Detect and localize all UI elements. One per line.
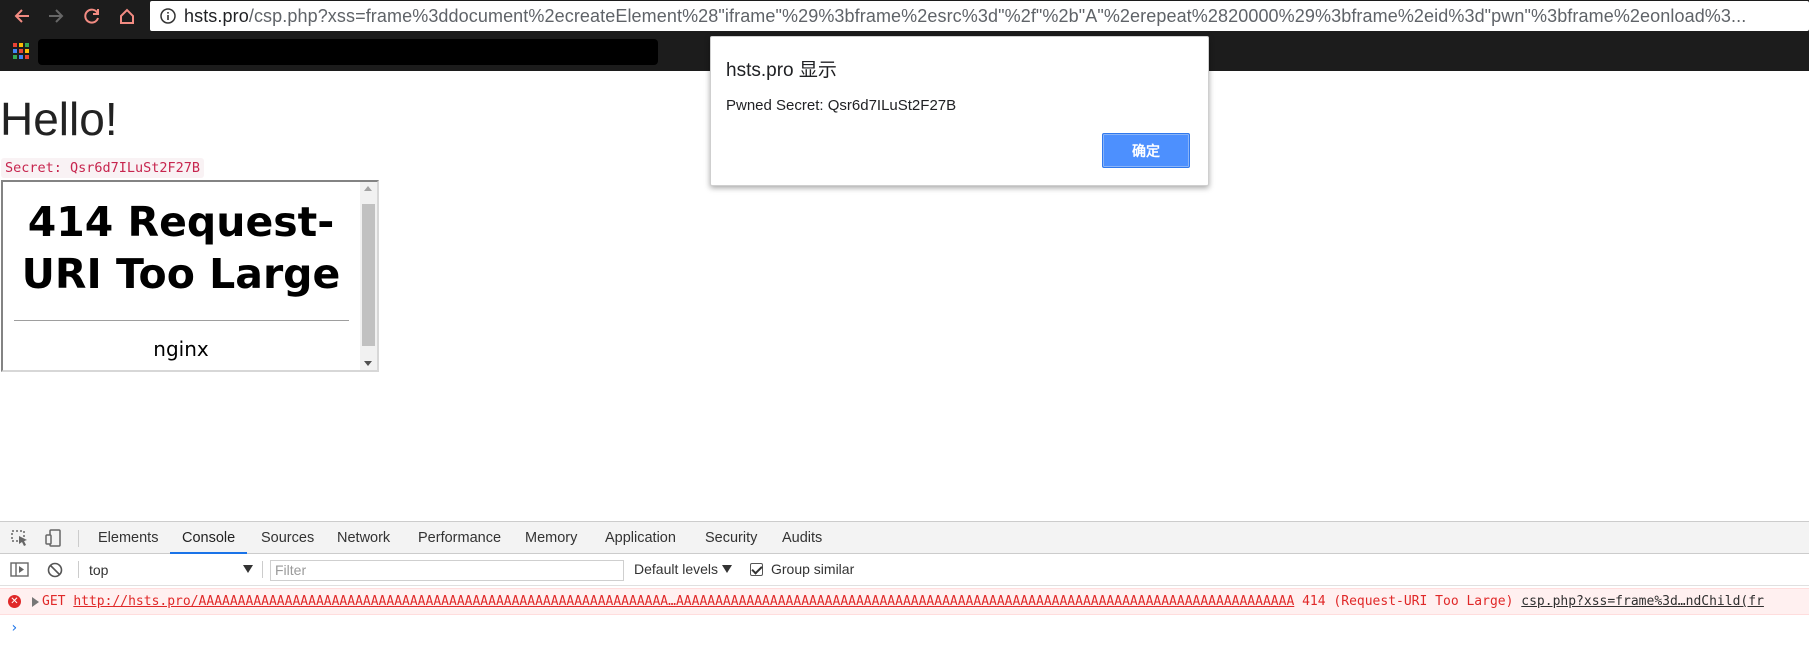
dialog-title: hsts.pro 显示 — [726, 60, 837, 81]
devtools-tabbar: Elements Console Sources Network Perform… — [0, 522, 1809, 554]
tab-security[interactable]: Security — [705, 522, 757, 554]
inspect-element-icon[interactable] — [10, 529, 30, 547]
info-icon[interactable] — [160, 8, 176, 24]
scroll-thumb[interactable] — [362, 204, 375, 346]
address-bar[interactable]: hsts.pro/csp.php?xss=frame%3ddocument%2e… — [150, 1, 1809, 31]
console-toolbar: top Filter Default levels Group similar — [0, 554, 1809, 586]
tab-memory[interactable]: Memory — [525, 522, 577, 554]
secret-label: Secret: Qsr6d7ILuSt2F27B — [1, 158, 205, 178]
server-name: nginx — [153, 337, 209, 361]
error-source-link[interactable]: csp.php?xss=frame%3d…ndChild(fr — [1521, 594, 1764, 609]
error-title: 414 Request-URI Too Large — [21, 198, 341, 298]
checkbox-checked[interactable] — [750, 562, 763, 576]
iframe-scrollbar[interactable] — [360, 182, 377, 370]
error-message: GET http://hsts.pro/AAAAAAAAAAAAAAAAAAAA… — [42, 594, 1764, 609]
chevron-down-icon — [722, 565, 733, 573]
chevron-down-icon — [243, 565, 253, 573]
console-prompt[interactable]: › — [10, 620, 18, 636]
device-toolbar-icon[interactable] — [44, 529, 64, 547]
tab-sources[interactable]: Sources — [261, 522, 314, 554]
url-text: hsts.pro/csp.php?xss=frame%3ddocument%2e… — [184, 5, 1747, 26]
apps-icon[interactable] — [13, 43, 29, 59]
back-icon[interactable] — [10, 4, 34, 28]
forward-icon[interactable] — [44, 4, 68, 28]
reload-icon[interactable] — [80, 4, 104, 28]
clear-console-icon[interactable] — [46, 561, 66, 579]
scroll-up-icon[interactable] — [364, 186, 372, 191]
error-icon: ✕ — [8, 595, 21, 608]
context-select[interactable]: top — [89, 560, 255, 580]
page-heading: Hello! — [0, 93, 118, 145]
dialog-message: Pwned Secret: Qsr6d7ILuSt2F27B — [726, 97, 957, 114]
ok-button[interactable]: 确定 — [1102, 133, 1190, 168]
levels-dropdown[interactable]: Default levels — [634, 561, 733, 577]
sidebar-toggle-icon[interactable] — [10, 561, 30, 579]
browser-toolbar: hsts.pro/csp.php?xss=frame%3ddocument%2e… — [0, 0, 1809, 32]
group-similar-toggle[interactable]: Group similar — [750, 561, 854, 577]
tab-application[interactable]: Application — [605, 522, 676, 554]
divider — [14, 320, 349, 321]
console-error-row[interactable]: ✕ GET http://hsts.pro/AAAAAAAAAAAAAAAAAA… — [0, 588, 1809, 615]
tab-elements[interactable]: Elements — [98, 522, 158, 554]
separator — [78, 561, 79, 578]
tab-network[interactable]: Network — [337, 522, 390, 554]
filter-input[interactable]: Filter — [270, 560, 624, 581]
redacted-bookmarks — [38, 39, 658, 65]
tab-performance[interactable]: Performance — [418, 522, 501, 554]
separator — [78, 530, 79, 547]
expand-triangle-icon[interactable] — [32, 597, 39, 607]
error-url-link[interactable]: http://hsts.pro/AAAAAAAAAAAAAAAAAAAAAAAA… — [73, 594, 1294, 609]
tab-console[interactable]: Console — [170, 522, 248, 554]
separator — [262, 561, 263, 578]
tab-audits[interactable]: Audits — [782, 522, 822, 554]
devtools-panel: Elements Console Sources Network Perform… — [0, 521, 1809, 648]
alert-dialog: hsts.pro 显示 Pwned Secret: Qsr6d7ILuSt2F2… — [710, 36, 1209, 186]
scroll-down-icon[interactable] — [364, 361, 372, 366]
home-icon[interactable] — [115, 4, 139, 28]
embedded-iframe[interactable]: 414 Request-URI Too Large nginx — [1, 180, 379, 372]
